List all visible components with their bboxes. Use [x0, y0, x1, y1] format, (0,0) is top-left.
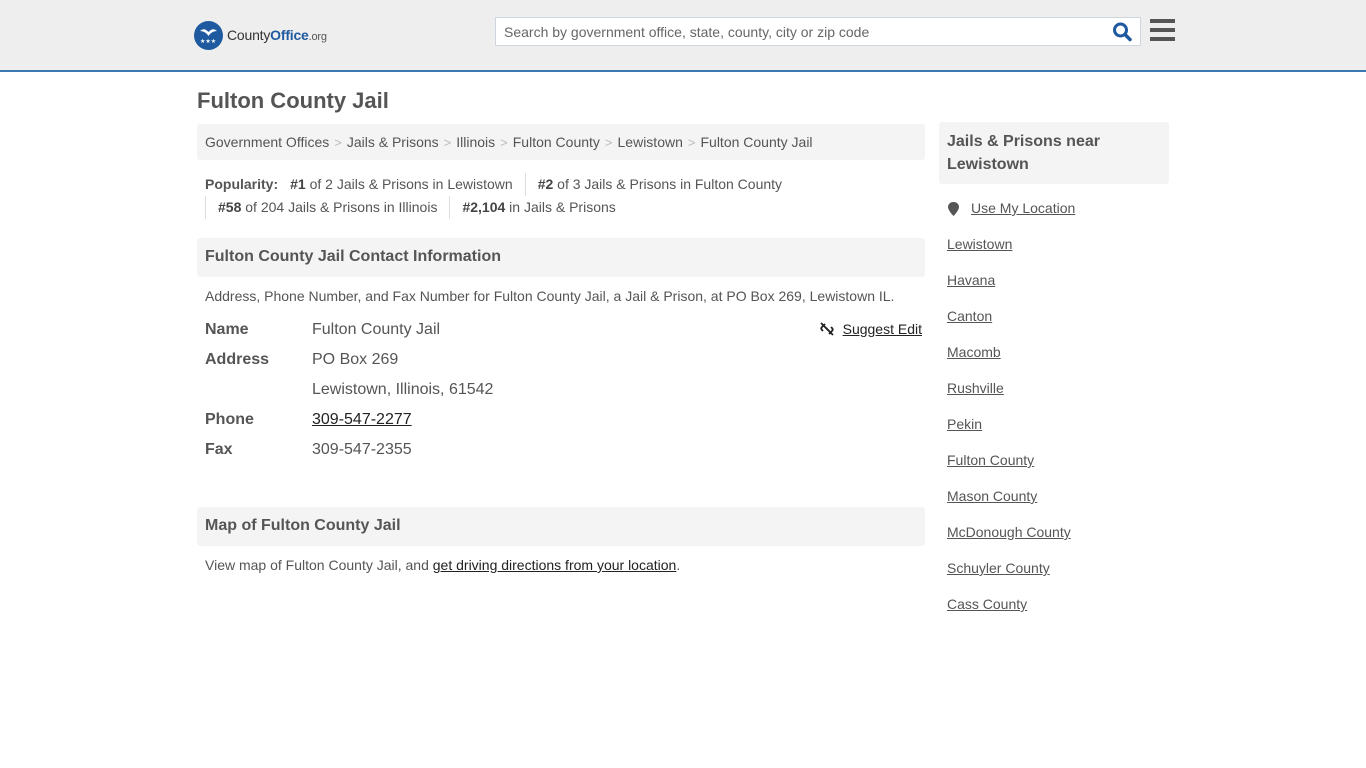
- contact-heading: Fulton County Jail Contact Information: [197, 238, 925, 277]
- search-button[interactable]: [1112, 22, 1134, 42]
- breadcrumb-current: Fulton County Jail: [700, 134, 813, 150]
- phone-link[interactable]: 309-547-2277: [312, 411, 412, 428]
- sidebar-list: Use My Location Lewistown Havana Canton …: [939, 199, 1169, 631]
- breadcrumb-illinois[interactable]: Illinois: [456, 134, 495, 150]
- sidebar-item-lewistown[interactable]: Lewistown: [947, 236, 1012, 252]
- sidebar-item-fulton-county[interactable]: Fulton County: [947, 452, 1034, 468]
- breadcrumb: Government Offices > Jails & Prisons > Illin…: [197, 124, 925, 160]
- popularity-rank-national: #2,104 in Jails & Prisons: [449, 196, 627, 219]
- svg-text:★★★: ★★★: [200, 38, 216, 45]
- popularity-rank-city: #1 of 2 Jails & Prisons in Lewistown: [290, 176, 513, 192]
- sidebar: Jails & Prisons near Lewistown Use My Lo…: [939, 122, 1169, 631]
- address-label: Address: [205, 351, 270, 368]
- page-title: Fulton County Jail: [197, 88, 389, 113]
- menu-bar: [1150, 19, 1175, 23]
- sidebar-item-mason-county[interactable]: Mason County: [947, 488, 1037, 504]
- hamburger-menu-button[interactable]: [1150, 19, 1175, 42]
- logo-text-county: County: [227, 27, 271, 43]
- address-line1: PO Box 269: [312, 351, 399, 368]
- driving-directions-link[interactable]: get driving directions from your locatio…: [433, 557, 677, 573]
- site-header: ★★★ CountyOffice.org: [0, 0, 1366, 72]
- breadcrumb-separator: >: [687, 135, 696, 150]
- main-content: Government Offices > Jails & Prisons > Illin…: [197, 124, 925, 573]
- breadcrumb-lewistown[interactable]: Lewistown: [618, 134, 683, 150]
- map-marker-icon: [948, 202, 959, 216]
- contact-row-address: Address PO Box 269: [205, 350, 925, 380]
- popularity-section: Popularity: #1 of 2 Jails & Prisons in L…: [197, 173, 925, 219]
- popularity-rank-county: #2 of 3 Jails & Prisons in Fulton County: [524, 173, 794, 196]
- sidebar-item-mcdonough-county[interactable]: McDonough County: [947, 524, 1071, 540]
- breadcrumb-separator: >: [443, 135, 452, 150]
- breadcrumb-government-offices[interactable]: Government Offices: [205, 134, 329, 150]
- breadcrumb-fulton-county[interactable]: Fulton County: [513, 134, 600, 150]
- use-my-location-link[interactable]: Use My Location: [971, 199, 1075, 217]
- sidebar-heading: Jails & Prisons near Lewistown: [939, 122, 1169, 184]
- breadcrumb-jails-prisons[interactable]: Jails & Prisons: [347, 134, 439, 150]
- site-logo[interactable]: ★★★ CountyOffice.org: [194, 20, 327, 50]
- sidebar-item-cass-county[interactable]: Cass County: [947, 596, 1027, 612]
- contact-description: Address, Phone Number, and Fax Number fo…: [205, 288, 895, 304]
- address-line2: Lewistown, Illinois, 61542: [312, 381, 494, 398]
- suggest-edit-label: Suggest Edit: [842, 321, 922, 337]
- menu-bar: [1150, 37, 1175, 41]
- menu-bar: [1150, 28, 1175, 32]
- contact-row-fax: Fax 309-547-2355: [205, 440, 925, 470]
- search-input[interactable]: [496, 18, 1106, 45]
- contact-details: Suggest Edit Name Fulton County Jail Add…: [197, 320, 925, 470]
- search-box: [495, 17, 1141, 46]
- sidebar-item-pekin[interactable]: Pekin: [947, 416, 982, 432]
- map-description: View map of Fulton County Jail, and get …: [205, 557, 681, 573]
- broken-link-icon: [819, 322, 834, 336]
- name-label: Name: [205, 321, 249, 338]
- phone-label: Phone: [205, 411, 254, 428]
- popularity-rank-state: #58 of 204 Jails & Prisons in Illinois: [205, 196, 449, 219]
- fax-value: 309-547-2355: [312, 441, 412, 458]
- contact-row-phone: Phone 309-547-2277: [205, 410, 925, 440]
- logo-text-office: Office: [270, 27, 309, 43]
- sidebar-item-canton[interactable]: Canton: [947, 308, 992, 324]
- sidebar-item-schuyler-county[interactable]: Schuyler County: [947, 560, 1050, 576]
- breadcrumb-separator: >: [500, 135, 508, 150]
- suggest-edit-link[interactable]: Suggest Edit: [819, 321, 922, 337]
- popularity-label: Popularity:: [205, 176, 279, 192]
- use-my-location[interactable]: Use My Location: [947, 199, 1169, 235]
- contact-row-name: Name Fulton County Jail: [205, 320, 925, 350]
- logo-text-org: .org: [308, 31, 327, 43]
- name-value: Fulton County Jail: [312, 321, 441, 338]
- sidebar-item-havana[interactable]: Havana: [947, 272, 995, 288]
- breadcrumb-separator: >: [334, 135, 342, 150]
- sidebar-item-rushville[interactable]: Rushville: [947, 380, 1004, 396]
- breadcrumb-separator: >: [604, 135, 613, 150]
- logo-eagle-icon: ★★★: [194, 20, 223, 50]
- map-heading: Map of Fulton County Jail: [197, 507, 925, 546]
- contact-row-address-2: Lewistown, Illinois, 61542: [205, 380, 925, 410]
- search-icon: [1113, 22, 1132, 42]
- sidebar-item-macomb[interactable]: Macomb: [947, 344, 1001, 360]
- fax-label: Fax: [205, 441, 233, 458]
